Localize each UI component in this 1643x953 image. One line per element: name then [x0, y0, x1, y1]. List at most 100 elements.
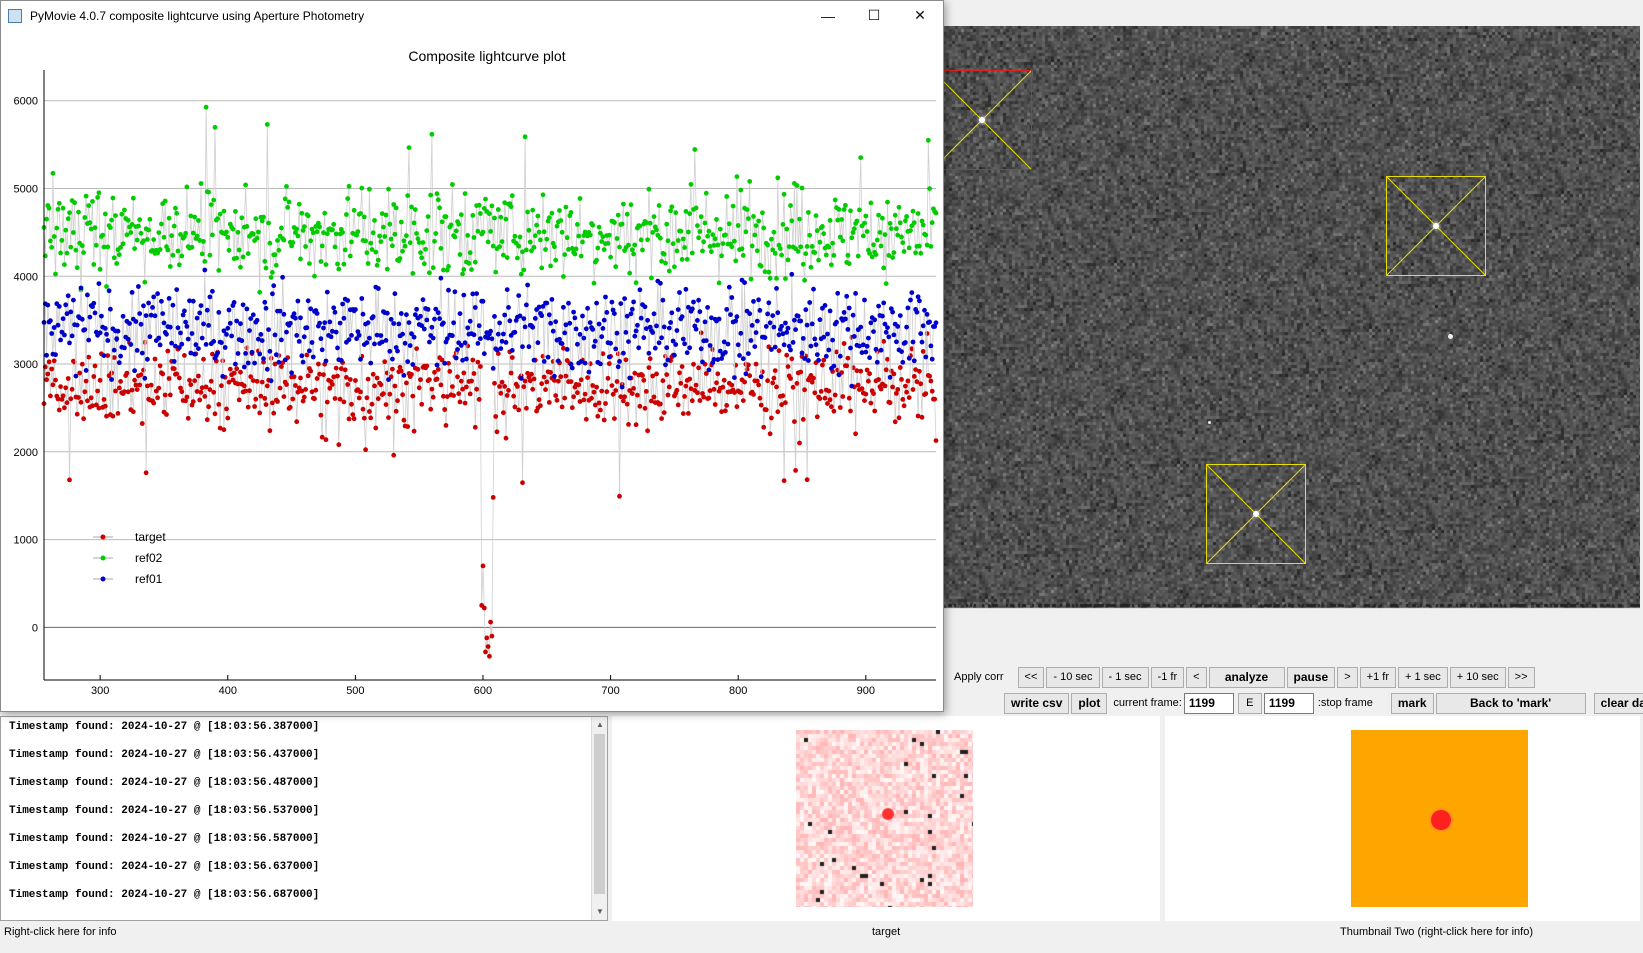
thumbnail-two-caption[interactable]: Thumbnail Two (right-click here for info…: [1340, 926, 1533, 938]
step-back-button[interactable]: <: [1186, 666, 1207, 688]
back-to-mark-button[interactable]: Back to 'mark': [1435, 692, 1586, 714]
data-point-ref01: [733, 318, 739, 324]
data-point-ref02: [461, 267, 467, 272]
plot-button[interactable]: plot: [1071, 692, 1108, 714]
data-point-ref01: [86, 337, 92, 343]
data-point-ref01: [438, 275, 444, 281]
data-point-target: [148, 382, 154, 388]
current-frame-field[interactable]: 1199: [1183, 692, 1234, 714]
data-point-ref01: [475, 341, 481, 346]
data-point-ref01: [198, 303, 204, 308]
step-forward-button[interactable]: >: [1337, 666, 1358, 688]
data-point-ref01: [545, 354, 551, 360]
data-point-ref02: [423, 246, 428, 252]
data-point-target: [589, 395, 594, 401]
data-point-ref02: [829, 262, 834, 268]
data-point-target: [227, 366, 233, 372]
thumbnail-one[interactable]: [612, 716, 1160, 921]
data-point-ref02: [765, 242, 770, 248]
mark-button[interactable]: mark: [1390, 692, 1434, 714]
back-10-sec-button[interactable]: - 10 sec: [1046, 666, 1100, 688]
data-point-target: [184, 394, 190, 400]
log-scrollbar[interactable]: ▲ ▼: [591, 717, 607, 920]
lightcurve-chart[interactable]: Composite lightcurve plot 01000200030004…: [1, 30, 943, 711]
target-aperture[interactable]: [940, 70, 1032, 170]
stop-frame-field[interactable]: 1199: [1263, 692, 1314, 714]
data-point-ref01: [598, 361, 603, 367]
data-point-target: [504, 393, 510, 398]
message-log[interactable]: Timestamp found: 2024-10-27 @ [18:03:56.…: [0, 716, 608, 921]
lightcurve-plot-window[interactable]: PyMovie 4.0.7 composite lightcurve using…: [0, 0, 944, 712]
data-point-ref02: [848, 208, 853, 214]
data-point-ref02: [843, 202, 848, 208]
data-point-ref02: [438, 246, 444, 251]
data-point-target: [492, 380, 497, 386]
scroll-down-arrow-icon[interactable]: ▼: [592, 904, 607, 920]
data-point-ref01: [141, 303, 146, 309]
window-titlebar[interactable]: PyMovie 4.0.7 composite lightcurve using…: [1, 1, 943, 30]
data-point-target: [900, 397, 906, 402]
data-point-ref01: [189, 331, 195, 336]
data-point-target: [63, 385, 69, 391]
data-point-target: [400, 392, 405, 398]
data-point-target: [44, 377, 49, 383]
data-point-ref02: [245, 251, 251, 256]
close-icon[interactable]: ✕: [897, 1, 943, 30]
data-point-ref01: [353, 307, 358, 312]
plot-area[interactable]: Composite lightcurve plot 0 1000 2000 3000 4…: [1, 30, 943, 711]
data-point-target: [734, 404, 740, 410]
data-point-target: [497, 384, 502, 389]
data-point-target: [304, 352, 310, 358]
ref02-aperture[interactable]: [1386, 176, 1486, 276]
image-display[interactable]: [940, 26, 1640, 636]
data-point-ref01: [853, 291, 858, 296]
maximize-icon[interactable]: ☐: [851, 1, 897, 30]
data-point-ref01: [850, 312, 856, 318]
data-point-ref01: [795, 313, 801, 319]
legend-label-ref02: ref02: [135, 551, 163, 565]
data-point-ref02: [68, 244, 74, 250]
go-to-end-button[interactable]: >>: [1507, 666, 1535, 688]
e-button[interactable]: E: [1237, 692, 1262, 714]
data-point-ref01: [56, 304, 62, 309]
data-point-target: [554, 397, 560, 403]
forward-10-sec-button[interactable]: + 10 sec: [1449, 666, 1506, 688]
clear-data-button[interactable]: clear data: [1593, 692, 1643, 714]
pause-button[interactable]: pause: [1286, 666, 1336, 688]
data-point-ref02: [539, 265, 545, 271]
data-point-ref01: [411, 334, 417, 340]
data-point-ref02: [235, 229, 241, 235]
data-point-target: [489, 633, 495, 639]
data-point-target: [612, 416, 617, 421]
data-point-target: [474, 386, 479, 392]
forward-1-frame-button[interactable]: +1 fr: [1359, 666, 1396, 688]
back-to-start-button[interactable]: <<: [1017, 666, 1045, 688]
write-csv-button[interactable]: write csv: [1004, 692, 1070, 714]
data-point-ref01: [291, 311, 297, 317]
data-point-ref02: [263, 265, 269, 271]
forward-1-sec-button[interactable]: + 1 sec: [1398, 666, 1448, 688]
thumbnail-one-caption[interactable]: target: [872, 926, 900, 938]
data-point-ref02: [253, 216, 259, 222]
data-point-ref02: [485, 239, 491, 245]
scroll-up-arrow-icon[interactable]: ▲: [592, 717, 607, 733]
data-point-ref02: [97, 266, 103, 272]
minimize-icon[interactable]: —: [805, 1, 851, 30]
back-1-sec-button[interactable]: - 1 sec: [1101, 666, 1149, 688]
data-point-target: [294, 419, 300, 425]
ref01-aperture[interactable]: [1206, 464, 1306, 564]
scroll-thumb[interactable]: [594, 734, 605, 894]
data-point-ref01: [770, 313, 776, 318]
analyze-button[interactable]: analyze: [1208, 666, 1285, 688]
apply-corr-label: Apply corr: [954, 671, 1004, 683]
data-point-target: [156, 385, 162, 391]
back-1-frame-button[interactable]: -1 fr: [1150, 666, 1185, 688]
thumbnail-two[interactable]: [1165, 716, 1640, 921]
data-point-ref02: [783, 276, 788, 281]
data-point-target: [683, 383, 689, 389]
data-point-ref02: [920, 222, 926, 228]
data-point-target: [591, 389, 597, 395]
log-info-caption[interactable]: Right-click here for info: [4, 926, 117, 938]
data-point-target: [373, 425, 379, 431]
data-point-target: [853, 431, 858, 437]
